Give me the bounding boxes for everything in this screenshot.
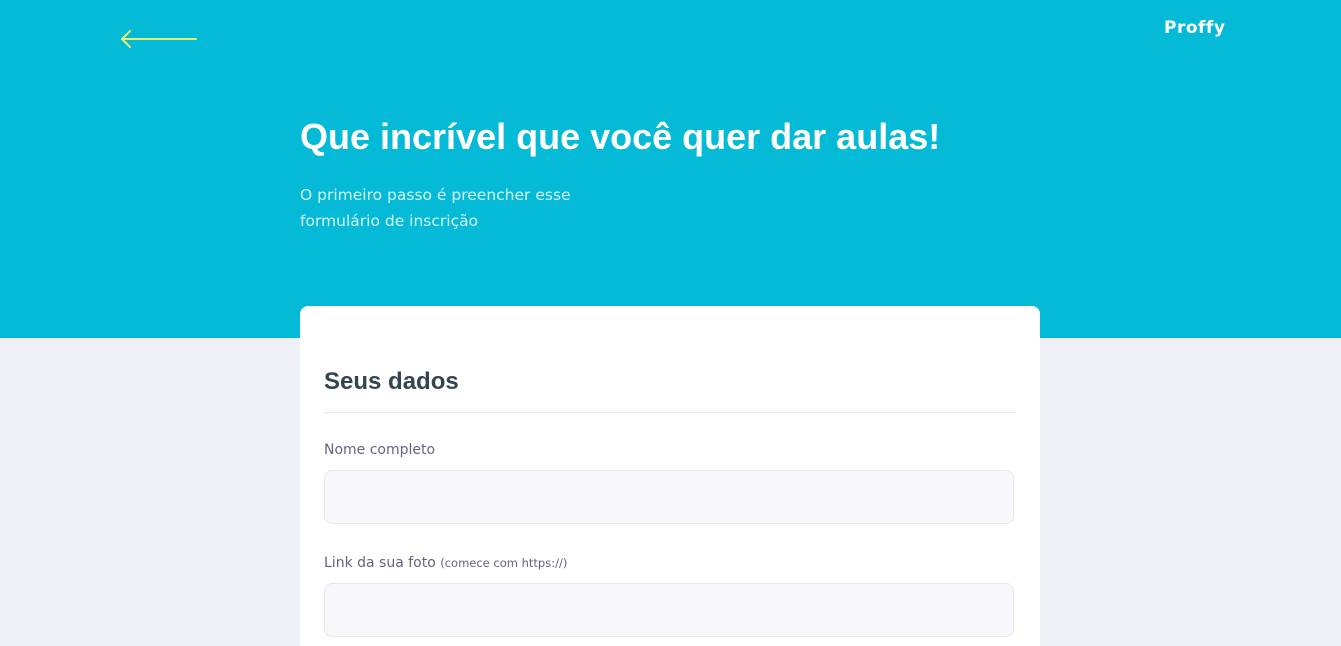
- photo-field-label: Link da sua foto (comece com https://): [324, 553, 567, 573]
- description-line: O primeiro passo é preencher esse: [300, 186, 571, 204]
- back-button[interactable]: [116, 26, 200, 52]
- section-divider: [324, 412, 1016, 413]
- page-header: Proffy Que incrível que você quer dar au…: [0, 0, 1341, 338]
- arrow-left-icon: [121, 30, 197, 48]
- name-field-label-text: Nome completo: [324, 442, 436, 458]
- description-line: formulário de inscrição: [300, 212, 479, 230]
- teacher-form: Seus dados Nome completo Link da sua fot…: [300, 306, 1040, 646]
- name-input[interactable]: [324, 470, 1014, 524]
- photo-field-label-text: Link da sua foto: [324, 555, 436, 571]
- photo-field-hint: (comece com https://): [440, 556, 568, 570]
- page-title: Que incrível que você quer dar aulas!: [300, 116, 941, 157]
- photo-url-input[interactable]: [324, 583, 1014, 637]
- page-description: O primeiro passo é preencher esse formul…: [300, 182, 600, 234]
- section-title: Seus dados: [324, 368, 459, 395]
- name-field-label: Nome completo: [324, 440, 435, 460]
- brand-logo: Proffy: [1164, 18, 1226, 38]
